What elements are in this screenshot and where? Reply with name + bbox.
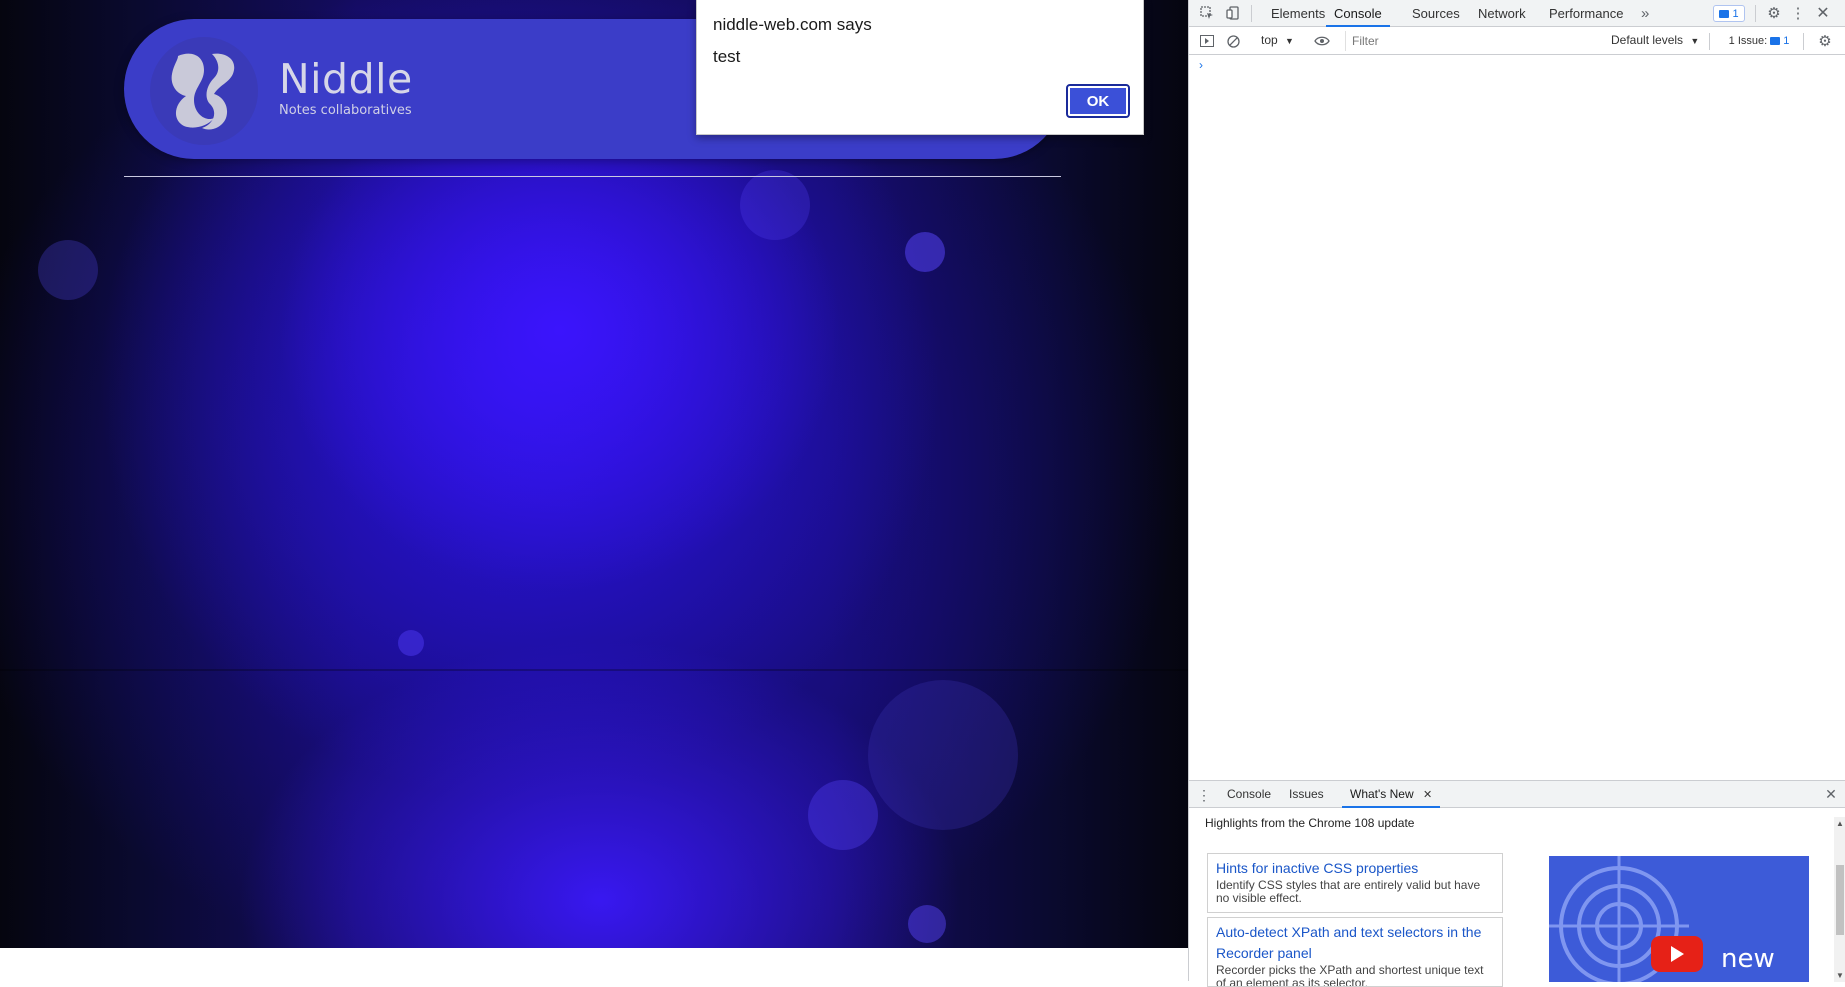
- niddle-logo-icon: [171, 53, 235, 130]
- dropdown-arrow-icon: ▼: [1285, 36, 1294, 46]
- site-title: Niddle: [279, 55, 413, 103]
- context-selector-label: top: [1261, 33, 1278, 47]
- background-texture-spot: [398, 630, 424, 656]
- context-selector[interactable]: top ▼: [1261, 33, 1294, 47]
- console-filter-input[interactable]: [1345, 31, 1603, 51]
- console-prompt[interactable]: ›: [1199, 58, 1203, 72]
- devtools-drawer: ⋮ Console Issues What's New ✕ ✕ Highligh…: [1189, 780, 1845, 987]
- sidebar-toggle-icon[interactable]: [1199, 34, 1215, 48]
- drawer-tab-console[interactable]: Console: [1227, 781, 1271, 808]
- devtools-panel: Elements Console Sources Network Perform…: [1188, 0, 1845, 987]
- whats-new-card[interactable]: Hints for inactive CSS properties Identi…: [1207, 853, 1503, 913]
- card-description: Identify CSS styles that are entirely va…: [1216, 878, 1481, 905]
- alert-ok-button[interactable]: OK: [1066, 84, 1130, 118]
- alert-title: niddle-web.com says: [713, 15, 872, 34]
- niddle-logo[interactable]: [150, 37, 258, 145]
- scrollbar-thumb[interactable]: [1836, 865, 1844, 935]
- log-levels-label: Default levels: [1611, 33, 1684, 47]
- drawer-tab-issues[interactable]: Issues: [1289, 781, 1324, 808]
- tab-sources[interactable]: Sources: [1412, 0, 1460, 27]
- message-icon: [1719, 9, 1730, 18]
- card-description: Recorder picks the XPath and shortest un…: [1216, 963, 1484, 987]
- drawer-scrollbar[interactable]: ▲ ▼: [1834, 817, 1845, 982]
- alert-message: test: [713, 47, 741, 66]
- dropdown-arrow-icon: ▼: [1690, 36, 1700, 46]
- site-subtitle: Notes collaboratives: [279, 103, 412, 118]
- background-texture-spot: [908, 905, 946, 943]
- inspect-element-icon[interactable]: [1199, 5, 1215, 21]
- clear-console-icon[interactable]: [1225, 34, 1241, 48]
- device-toolbar-icon[interactable]: [1225, 5, 1241, 21]
- header-divider: [124, 176, 1061, 177]
- more-options-icon[interactable]: ⋮: [1791, 5, 1806, 22]
- drawer-tabbar: ⋮ Console Issues What's New ✕ ✕: [1189, 781, 1845, 808]
- toolbar-separator: [1803, 33, 1804, 50]
- whats-new-card[interactable]: Auto-detect XPath and text selectors in …: [1207, 917, 1503, 987]
- log-levels-dropdown[interactable]: Default levels ▼: [1611, 33, 1699, 47]
- page-viewport: Niddle Notes collaboratives niddle-web.c…: [0, 0, 1188, 948]
- live-expression-eye-icon[interactable]: [1313, 34, 1331, 48]
- close-drawer-icon[interactable]: ✕: [1824, 786, 1838, 802]
- issues-badge-count: 1: [1732, 7, 1739, 20]
- background-texture-spot: [740, 170, 810, 240]
- youtube-play-icon[interactable]: [1651, 936, 1703, 972]
- toolbar-separator: [1755, 5, 1756, 22]
- card-title[interactable]: Auto-detect XPath and text selectors in …: [1216, 922, 1494, 964]
- scroll-down-arrow-icon[interactable]: ▼: [1836, 971, 1844, 980]
- console-settings-gear-icon[interactable]: ⚙: [1817, 33, 1833, 50]
- background-texture-spot: [905, 232, 945, 272]
- issues-counter-label: 1 Issue:: [1728, 34, 1768, 47]
- console-toolbar: top ▼ Default levels ▼ 1 Issue: 1 ⚙: [1189, 28, 1845, 55]
- scroll-up-arrow-icon[interactable]: ▲: [1836, 819, 1844, 828]
- whats-new-heading: Highlights from the Chrome 108 update: [1205, 816, 1415, 830]
- tab-elements[interactable]: Elements: [1271, 0, 1325, 27]
- drawer-tab-whats-new-label: What's New: [1350, 787, 1414, 801]
- background-texture-spot: [868, 680, 1018, 830]
- more-tabs-button[interactable]: »: [1641, 0, 1649, 27]
- drawer-menu-icon[interactable]: ⋮: [1197, 787, 1211, 803]
- issues-badge[interactable]: 1: [1713, 5, 1745, 22]
- background-seam: [0, 669, 1188, 671]
- close-tab-icon[interactable]: ✕: [1423, 789, 1432, 801]
- tab-console[interactable]: Console: [1326, 0, 1390, 27]
- toolbar-separator: [1709, 33, 1710, 50]
- tab-performance[interactable]: Performance: [1549, 0, 1623, 27]
- issues-counter[interactable]: 1 Issue: 1: [1717, 32, 1801, 49]
- devtools-tabbar: Elements Console Sources Network Perform…: [1189, 0, 1845, 27]
- tab-network[interactable]: Network: [1478, 0, 1526, 27]
- close-devtools-icon[interactable]: ✕: [1815, 5, 1831, 22]
- alert-dialog: niddle-web.com says test OK: [696, 0, 1144, 135]
- issues-counter-count: 1: [1783, 34, 1790, 47]
- background-texture-spot: [38, 240, 98, 300]
- card-title[interactable]: Hints for inactive CSS properties: [1216, 858, 1494, 879]
- background-texture-spot: [808, 780, 878, 850]
- message-icon: [1770, 36, 1781, 45]
- toolbar-separator: [1251, 5, 1252, 22]
- settings-gear-icon[interactable]: ⚙: [1766, 5, 1782, 22]
- drawer-tab-whats-new[interactable]: What's New ✕: [1342, 781, 1441, 808]
- promo-text: new: [1721, 944, 1775, 974]
- chrome-update-video-thumbnail[interactable]: new: [1549, 856, 1809, 982]
